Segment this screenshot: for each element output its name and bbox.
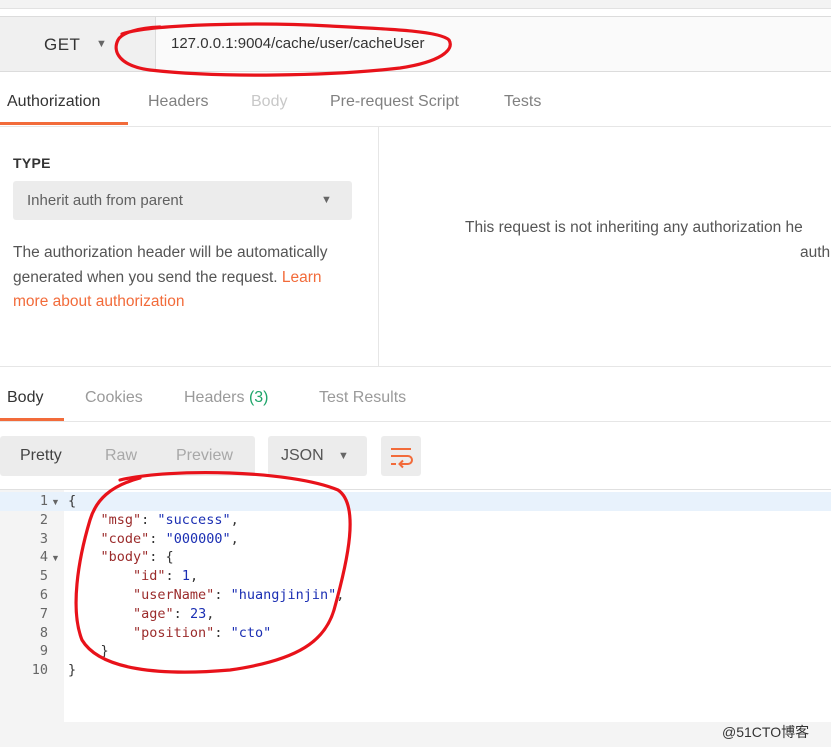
json-value: 1 — [181, 568, 190, 584]
json-brace: { — [68, 493, 77, 509]
resp-tab-body[interactable]: Body — [7, 389, 43, 407]
line-number: 8 — [39, 625, 48, 641]
preview-button[interactable]: Preview — [176, 447, 233, 465]
code-line: { — [68, 493, 76, 509]
line-number: 7 — [39, 606, 48, 622]
json-value: "cto" — [230, 625, 272, 641]
json-value: "success" — [157, 512, 231, 528]
code-line: "position": "cto" — [133, 625, 272, 641]
line-number: 6 — [39, 587, 48, 603]
method-label: GET — [44, 35, 81, 54]
json-value: "huangjinjin" — [230, 587, 337, 603]
auth-description-text: The authorization header will be automat… — [13, 244, 328, 286]
auth-description: The authorization header will be automat… — [13, 241, 358, 315]
code-line: "age": 23, — [133, 606, 215, 622]
json-brace: } — [68, 662, 77, 678]
json-key: "age" — [133, 606, 174, 622]
response-tabs: Body Cookies Headers (3) Test Results — [0, 376, 831, 422]
line-number: 10 — [31, 662, 48, 678]
json-key: "userName" — [133, 587, 215, 603]
request-tabs: Authorization Headers Body Pre-request S… — [0, 80, 831, 127]
code-line: "userName": "huangjinjin", — [133, 587, 345, 603]
active-line-highlight — [0, 492, 831, 511]
url-input[interactable]: 127.0.0.1:9004/cache/user/cacheUser — [171, 35, 453, 52]
code-line: "id": 1, — [133, 568, 199, 584]
auth-settings-panel: TYPE Inherit auth from parent ▼ The auth… — [0, 127, 379, 367]
code-line: "code": "000000", — [100, 531, 239, 547]
line-number: 2 — [39, 512, 48, 528]
json-key: "msg" — [100, 512, 142, 528]
auth-info-message-cont: auth — [800, 244, 831, 261]
json-key: "id" — [133, 568, 166, 584]
chevron-down-icon: ▼ — [321, 194, 332, 206]
active-resp-tab-indicator — [0, 418, 64, 421]
wrap-lines-icon — [391, 448, 413, 469]
fold-toggle-icon[interactable]: ▼ — [51, 497, 60, 507]
active-tab-indicator — [0, 122, 128, 125]
json-key: "body" — [100, 549, 150, 565]
method-select[interactable]: GET ▼ — [0, 17, 156, 71]
auth-type-label: TYPE — [13, 155, 51, 171]
tab-pre-request-script[interactable]: Pre-request Script — [330, 93, 459, 111]
editor-footer — [0, 722, 831, 747]
line-number: 1 — [39, 493, 48, 509]
fold-toggle-icon[interactable]: ▼ — [51, 553, 60, 563]
json-key: "code" — [100, 531, 150, 547]
resp-tab-headers-label: Headers — [184, 389, 245, 406]
panel-divider — [0, 366, 831, 367]
window-top-strip — [0, 0, 831, 9]
view-mode-group: Pretty Raw Preview — [0, 436, 255, 476]
auth-type-value: Inherit auth from parent — [27, 192, 183, 209]
watermark: @51CTO博客 — [722, 724, 810, 740]
wrap-lines-button[interactable] — [381, 436, 421, 476]
code-line: "msg": "success", — [100, 512, 239, 528]
line-number: 4 — [39, 549, 48, 565]
json-key: "position" — [133, 625, 215, 641]
code-line: } — [68, 662, 76, 678]
format-select[interactable]: JSON ▼ — [268, 436, 367, 476]
line-number: 9 — [39, 643, 48, 659]
tab-tests[interactable]: Tests — [504, 93, 541, 111]
json-value: "000000" — [165, 531, 231, 547]
format-value: JSON — [281, 447, 324, 464]
auth-info-message: This request is not inheriting any autho… — [465, 219, 803, 236]
tab-headers[interactable]: Headers — [148, 93, 208, 111]
raw-button[interactable]: Raw — [105, 447, 137, 465]
line-number: 5 — [39, 568, 48, 584]
pretty-button[interactable]: Pretty — [20, 447, 62, 465]
resp-tab-test-results[interactable]: Test Results — [319, 389, 406, 407]
line-number: 3 — [39, 531, 48, 547]
tab-authorization[interactable]: Authorization — [7, 93, 100, 111]
json-value: 23 — [189, 606, 207, 622]
resp-tab-headers[interactable]: Headers (3) — [184, 389, 269, 407]
auth-type-select[interactable]: Inherit auth from parent ▼ — [13, 181, 352, 220]
headers-count-badge: (3) — [248, 389, 269, 406]
code-line: } — [68, 643, 109, 659]
resp-tab-cookies[interactable]: Cookies — [85, 389, 143, 407]
chevron-down-icon: ▼ — [338, 450, 349, 462]
chevron-down-icon: ▼ — [96, 38, 107, 50]
request-bar: GET ▼ 127.0.0.1:9004/cache/user/cacheUse… — [0, 16, 831, 72]
code-line: "body": { — [100, 549, 174, 565]
auth-info-panel: This request is not inheriting any autho… — [380, 127, 831, 367]
response-body-editor[interactable]: 1 2 3 4 5 6 7 8 9 10 ▼ ▼ { "msg": "succe… — [0, 489, 831, 723]
json-brace: } — [100, 643, 109, 659]
tab-body[interactable]: Body — [251, 93, 287, 111]
